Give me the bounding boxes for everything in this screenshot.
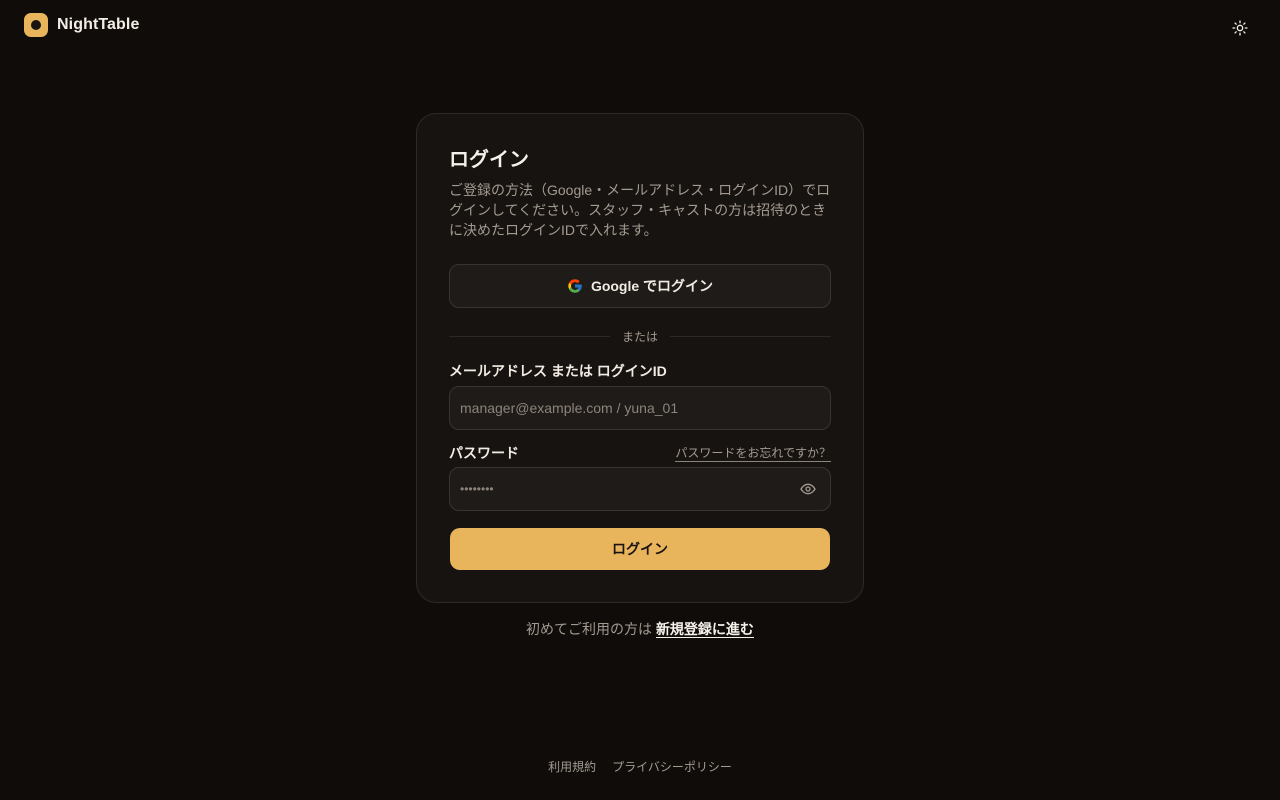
logo-dot xyxy=(31,20,41,30)
login-card: ログイン ご登録の方法（Google・メールアドレス・ログインID）でログインし… xyxy=(416,113,864,603)
divider-text: または xyxy=(622,329,659,344)
privacy-link[interactable]: プライバシーポリシー xyxy=(612,759,732,775)
email-field-label: メールアドレス または ログインID xyxy=(449,363,667,379)
email-placeholder: manager@example.com / yuna_01 xyxy=(460,400,679,416)
login-button[interactable]: ログイン xyxy=(450,528,830,570)
or-divider: または xyxy=(449,328,832,344)
google-login-label: Google でログイン xyxy=(590,278,714,294)
sun-icon xyxy=(1232,20,1248,36)
google-login-button[interactable]: Google でログイン xyxy=(449,264,831,308)
theme-toggle-button[interactable] xyxy=(1228,16,1252,40)
brand[interactable]: NightTable xyxy=(24,13,139,37)
password-field[interactable]: •••••••• xyxy=(449,467,831,511)
signup-link[interactable]: 新規登録に進む xyxy=(655,621,754,638)
divider-line-left xyxy=(449,335,610,337)
login-button-label: ログイン xyxy=(612,541,668,557)
page-title: ログイン xyxy=(449,149,529,171)
password-visibility-toggle[interactable] xyxy=(798,479,818,499)
signup-prompt-line: 初めてご利用の方は 新規登録に進む xyxy=(0,619,1280,639)
password-field-label: パスワード xyxy=(449,445,519,461)
password-masked-value: •••••••• xyxy=(460,482,494,496)
eye-icon xyxy=(800,483,816,495)
brand-logo-icon xyxy=(24,13,48,37)
login-page: NightTable ログイン ご登録の方法（Google・メールアドレス・ログ… xyxy=(0,0,1280,800)
email-field[interactable]: manager@example.com / yuna_01 xyxy=(449,386,831,430)
terms-link[interactable]: 利用規約 xyxy=(548,759,596,775)
divider-line-right xyxy=(670,335,832,337)
login-description: ご登録の方法（Google・メールアドレス・ログインID）でログインしてください… xyxy=(449,182,831,238)
signup-prompt: 初めてご利用の方は xyxy=(526,621,653,637)
google-icon xyxy=(568,279,582,293)
brand-name: NightTable xyxy=(57,16,140,33)
footer: 利用規約 プライバシーポリシー xyxy=(0,759,1280,775)
forgot-password-link[interactable]: パスワードをお忘れですか？ xyxy=(675,445,831,462)
